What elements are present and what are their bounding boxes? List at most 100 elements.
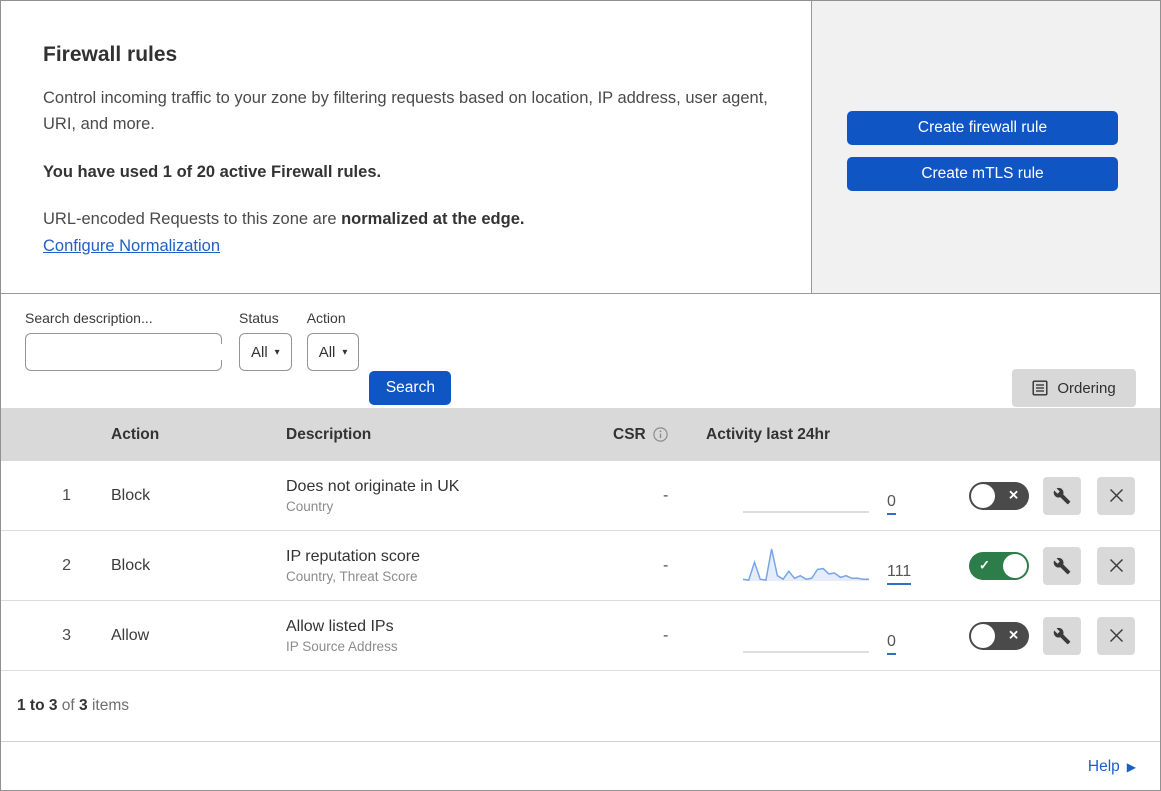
activity-sparkline: [743, 651, 869, 653]
table-header-row: Action Description CSR Activity last 24h…: [1, 408, 1160, 461]
rule-controls: ✕: [931, 616, 1160, 655]
rules-table: Action Description CSR Activity last 24h…: [1, 408, 1160, 790]
x-icon: [1109, 629, 1123, 642]
configure-normalization-link[interactable]: Configure Normalization: [43, 237, 220, 255]
toggle-knob: [971, 623, 995, 648]
ordering-button-label: Ordering: [1057, 379, 1116, 397]
rule-csr: -: [663, 556, 669, 574]
intro-card: Firewall rules Control incoming traffic …: [1, 1, 812, 293]
activity-sparkline: [743, 548, 869, 581]
activity-sparkline: [743, 511, 869, 513]
toggle-knob: [971, 483, 995, 508]
rule-parameters: Country: [286, 498, 334, 514]
rule-priority: 2: [62, 556, 71, 574]
rule-description-cell: IP reputation score Country, Threat Scor…: [272, 548, 581, 584]
csr-header-label: CSR: [613, 425, 646, 443]
chevron-down-icon: ▾: [274, 346, 280, 358]
rule-description-cell: Does not originate in UK Country: [272, 478, 581, 514]
rule-action: Block: [111, 556, 151, 574]
rule-csr: -: [663, 486, 669, 504]
edit-rule-button[interactable]: [1043, 616, 1081, 655]
rule-parameters: Country, Threat Score: [286, 568, 418, 584]
search-input[interactable]: [44, 344, 225, 360]
rule-enabled-toggle[interactable]: ✓: [969, 551, 1029, 580]
rule-enabled-toggle[interactable]: ✕: [969, 481, 1029, 510]
items-range: 1 to 3: [17, 697, 58, 714]
activity-count-link[interactable]: 111: [887, 564, 912, 585]
table-row: 3 Allow Allow listed IPs IP Source Addre…: [1, 601, 1160, 671]
table-row: 2 Block IP reputation score Country, Thr…: [1, 531, 1160, 601]
wrench-icon: [1053, 557, 1071, 574]
column-header-csr: CSR: [581, 426, 691, 444]
action-filter-group: Action All ▾: [306, 310, 360, 371]
column-header-description: Description: [286, 425, 372, 443]
delete-rule-button[interactable]: [1097, 546, 1135, 585]
page-title: Firewall rules: [43, 43, 178, 66]
wrench-icon: [1053, 487, 1071, 504]
filter-bar: Search description... Status All ▾ Actio…: [1, 294, 1160, 408]
rule-csr: -: [663, 626, 669, 644]
edit-rule-button[interactable]: [1043, 476, 1081, 515]
normalization-text: URL-encoded Requests to this zone are: [43, 210, 342, 228]
status-dropdown[interactable]: All ▾: [239, 333, 292, 371]
rule-description: Allow listed IPs: [286, 617, 394, 635]
toggle-knob: [1003, 553, 1027, 578]
search-input-box[interactable]: [25, 333, 225, 371]
toggle-state-icon: ✕: [1008, 627, 1019, 643]
search-group: Search description...: [25, 310, 225, 371]
create-mtls-rule-button[interactable]: Create mTLS rule: [847, 157, 1118, 191]
column-header-activity: Activity last 24hr: [706, 425, 831, 443]
items-total: 3: [79, 697, 88, 714]
status-dropdown-value: All: [251, 343, 268, 361]
items-word: items: [87, 697, 129, 714]
actions-panel: Create firewall rule Create mTLS rule: [812, 1, 1160, 293]
firewall-rules-page: Firewall rules Control incoming traffic …: [0, 0, 1161, 791]
info-icon[interactable]: [653, 427, 668, 442]
help-link[interactable]: Help ▶: [1088, 758, 1136, 776]
rule-parameters: IP Source Address: [286, 638, 398, 654]
search-label: Search description...: [25, 310, 153, 326]
chevron-down-icon: ▾: [342, 346, 348, 358]
status-label: Status: [239, 310, 279, 326]
search-button[interactable]: Search: [369, 371, 452, 405]
status-filter-group: Status All ▾: [239, 310, 292, 371]
delete-rule-button[interactable]: [1097, 476, 1135, 515]
ordering-button[interactable]: Ordering: [1012, 369, 1136, 407]
rule-priority: 1: [62, 486, 71, 504]
help-arrow-icon: ▶: [1126, 760, 1136, 774]
normalization-emphasis: normalized at the edge.: [341, 210, 525, 228]
help-row: Help ▶: [1, 742, 1160, 790]
rule-description-cell: Allow listed IPs IP Source Address: [272, 618, 581, 654]
rule-enabled-toggle[interactable]: ✕: [969, 621, 1029, 650]
action-dropdown[interactable]: All ▾: [306, 333, 360, 371]
pagination-summary: 1 to 3 of 3 items: [1, 671, 1160, 742]
activity-count-link[interactable]: 0: [887, 634, 896, 655]
activity-count-link[interactable]: 0: [887, 494, 896, 515]
help-label: Help: [1087, 758, 1120, 775]
rule-action: Allow: [111, 626, 150, 644]
of-word: of: [57, 697, 80, 714]
toggle-state-icon: ✓: [979, 557, 990, 573]
wrench-icon: [1053, 627, 1071, 644]
page-description: Control incoming traffic to your zone by…: [43, 89, 768, 133]
table-row: 1 Block Does not originate in UK Country…: [1, 461, 1160, 531]
column-header-action: Action: [111, 425, 160, 443]
page-header-section: Firewall rules Control incoming traffic …: [1, 1, 1160, 294]
ordering-icon: [1032, 380, 1048, 396]
action-dropdown-value: All: [318, 343, 336, 361]
normalization-note: URL-encoded Requests to this zone are no…: [43, 210, 769, 229]
rule-controls: ✓: [931, 546, 1160, 585]
x-icon: [1109, 559, 1123, 572]
rule-description: Does not originate in UK: [286, 477, 460, 495]
usage-note: You have used 1 of 20 active Firewall ru…: [43, 163, 382, 181]
rule-priority: 3: [62, 626, 71, 644]
rule-activity-cell: 0: [691, 601, 931, 670]
x-icon: [1109, 489, 1123, 502]
create-firewall-rule-button[interactable]: Create firewall rule: [847, 111, 1118, 145]
rule-description: IP reputation score: [286, 547, 421, 565]
edit-rule-button[interactable]: [1043, 546, 1081, 585]
delete-rule-button[interactable]: [1097, 616, 1135, 655]
rule-action: Block: [111, 486, 151, 504]
rule-controls: ✕: [931, 476, 1160, 515]
action-label: Action: [306, 310, 346, 326]
